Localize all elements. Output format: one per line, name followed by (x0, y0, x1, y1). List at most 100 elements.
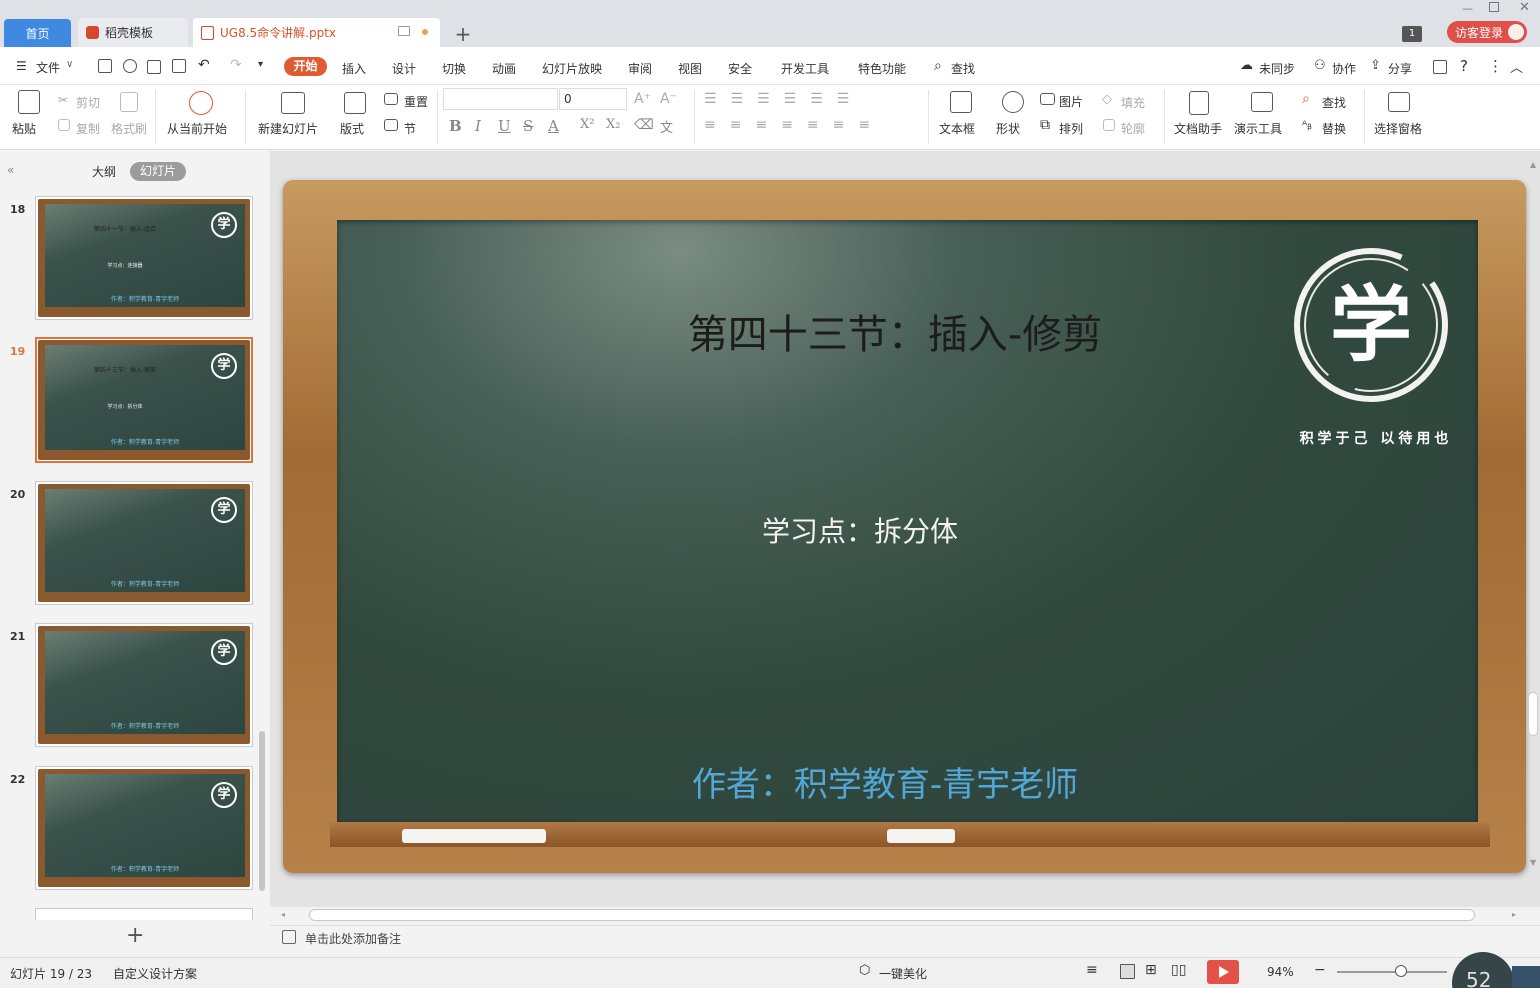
tab-file[interactable]: UG8.5命令讲解.pptx (193, 18, 440, 47)
collapse-ribbon-icon[interactable]: ︿ (1510, 57, 1523, 76)
zoom-level[interactable]: 94% (1267, 965, 1294, 979)
reset-button[interactable]: 重置 (404, 93, 428, 110)
outline-button[interactable]: 轮廓 (1121, 120, 1145, 137)
menu-slideshow[interactable]: 幻灯片放映 (542, 60, 602, 77)
menu-animation[interactable]: 动画 (492, 60, 516, 77)
visitor-login-button[interactable]: 访客登录 (1447, 21, 1527, 43)
doc-helper-button[interactable]: 文档助手 (1174, 120, 1222, 137)
menu-devtools[interactable]: 开发工具 (781, 60, 829, 77)
subscript-icon[interactable]: X₂ (606, 117, 620, 132)
print-preview-icon[interactable] (172, 59, 186, 73)
vertical-scrollbar[interactable] (1528, 692, 1538, 736)
redo-icon[interactable]: ↷ (230, 57, 242, 73)
minimize-ribbon-icon[interactable] (1433, 60, 1447, 74)
slide-subtitle[interactable]: 学习点：拆分体 (660, 510, 1060, 550)
minimize-icon[interactable]: — (1462, 2, 1473, 15)
slide-thumbnail[interactable]: 第四十一节：插入-组合 学习点：连接器 学作者：积学教育-青宇老师 (35, 196, 253, 320)
slide-author[interactable]: 作者：积学教育-青宇老师 (580, 757, 1190, 806)
superscript-icon[interactable]: X² (580, 117, 594, 132)
save-icon[interactable] (98, 59, 112, 73)
slide-thumbnail[interactable]: 学作者：积学教育-青宇老师 (35, 623, 253, 747)
paragraph-list-icons[interactable]: ☰☰☰☰☰☰ (704, 91, 863, 107)
print-icon[interactable] (147, 60, 161, 74)
collapse-pane-icon[interactable]: « (7, 163, 14, 177)
slide-thumbnail-selected[interactable]: 第四十三节：插入-修剪 学习点：拆分体 学作者：积学教育-青宇老师 (35, 337, 253, 463)
normal-view-icon[interactable] (1120, 964, 1135, 979)
cloud-icon[interactable]: ☁ (1240, 58, 1253, 73)
fill-button[interactable]: 填充 (1121, 94, 1145, 111)
italic-icon[interactable]: I (475, 117, 481, 135)
more-quick-icon[interactable]: ▾ (258, 59, 263, 70)
menu-search[interactable]: 查找 (951, 60, 975, 77)
menu-design[interactable]: 设计 (392, 60, 416, 77)
menu-special[interactable]: 特色功能 (858, 60, 906, 77)
paste-button[interactable]: 粘贴 (12, 120, 36, 137)
scroll-up-icon[interactable]: ▲ (1530, 160, 1536, 169)
copy-button[interactable]: 复制 (76, 120, 100, 137)
slide-thumbnail[interactable]: 学作者：积学教育-青宇老师 (35, 481, 253, 605)
maximize-icon[interactable] (1489, 2, 1499, 12)
help-icon[interactable]: ? (1460, 57, 1468, 75)
slide-thumbnail-partial[interactable] (35, 908, 253, 920)
chevron-down-icon[interactable]: ∨ (66, 59, 73, 70)
tab-outline[interactable]: 大纲 (92, 163, 116, 180)
tab-templates[interactable]: 稻壳模板 (78, 18, 188, 47)
shrink-font-icon[interactable]: A⁻ (660, 91, 677, 107)
cut-button[interactable]: 剪切 (76, 94, 100, 111)
collab-icon[interactable]: ⚇ (1314, 58, 1326, 73)
scroll-right-icon[interactable]: ▸ (1512, 910, 1516, 919)
menu-share[interactable]: 分享 (1388, 60, 1412, 77)
sorter-view-icon[interactable]: ⊞ (1145, 962, 1157, 978)
font-size-select[interactable]: 0 (559, 88, 627, 110)
replace-button[interactable]: 替换 (1322, 120, 1346, 137)
tab-monitor-icon[interactable] (398, 26, 410, 36)
paste-icon[interactable] (18, 90, 40, 114)
tab-slides[interactable]: 幻灯片 (130, 162, 186, 181)
menu-review[interactable]: 审阅 (628, 60, 652, 77)
hamburger-icon[interactable]: ☰ (16, 59, 27, 73)
menu-start[interactable]: 开始 (284, 57, 327, 76)
search-icon[interactable]: ⌕ (934, 58, 942, 74)
menu-file[interactable]: 文件 (36, 59, 60, 76)
more-icon[interactable]: ⋮ (1488, 57, 1503, 75)
layout-button[interactable]: 版式 (340, 120, 364, 137)
scroll-left-icon[interactable]: ◂ (281, 910, 285, 919)
share-doc-icon[interactable] (123, 59, 137, 73)
select-pane-button[interactable]: 选择窗格 (1374, 120, 1422, 137)
format-painter-button[interactable]: 格式刷 (111, 120, 147, 137)
underline-icon[interactable]: U (498, 117, 511, 135)
from-current-button[interactable]: 从当前开始 (167, 120, 227, 137)
play-slideshow-button[interactable] (1207, 960, 1239, 984)
design-scheme[interactable]: 自定义设计方案 (113, 965, 197, 982)
zoom-slider[interactable] (1337, 971, 1447, 973)
horizontal-scrollbar[interactable] (309, 909, 1475, 921)
find-button[interactable]: 查找 (1322, 94, 1346, 111)
reading-view-icon[interactable]: ▯▯ (1171, 962, 1186, 978)
clear-format-icon[interactable]: ⌫ (634, 117, 654, 133)
share-icon[interactable]: ⇪ (1370, 58, 1381, 73)
menu-view[interactable]: 视图 (678, 60, 702, 77)
new-slide-button[interactable]: 新建幻灯片 (258, 120, 318, 137)
slide-title[interactable]: 第四十三节：插入-修剪 (560, 302, 1230, 360)
present-tools-button[interactable]: 演示工具 (1234, 120, 1282, 137)
menu-collab[interactable]: 协作 (1332, 60, 1356, 77)
add-slide-button[interactable]: + (126, 923, 144, 948)
close-icon[interactable]: ✕ (1519, 0, 1530, 15)
grow-font-icon[interactable]: A⁺ (634, 91, 651, 107)
window-count-badge[interactable]: 1 (1402, 26, 1422, 42)
bold-icon[interactable]: B (449, 117, 462, 135)
new-tab-button[interactable]: + (452, 22, 474, 46)
menu-sync[interactable]: 未同步 (1259, 60, 1295, 77)
font-name-select[interactable] (443, 88, 558, 110)
scroll-down-icon[interactable]: ▼ (1530, 858, 1536, 867)
alignment-icons[interactable]: ≡≡≡≡≡≡≡ (704, 117, 884, 133)
undo-icon[interactable]: ↶ (198, 57, 210, 73)
shape-button[interactable]: 形状 (996, 120, 1020, 137)
panel-scrollbar[interactable] (259, 731, 265, 891)
arrange-button[interactable]: 排列 (1059, 120, 1083, 137)
font-color-icon[interactable]: A (548, 117, 559, 135)
zoom-slider-handle[interactable] (1395, 965, 1407, 977)
strikethrough-icon[interactable]: S (523, 117, 533, 135)
zoom-out-icon[interactable]: − (1314, 962, 1326, 978)
phonetic-icon[interactable]: 文 (660, 117, 673, 136)
